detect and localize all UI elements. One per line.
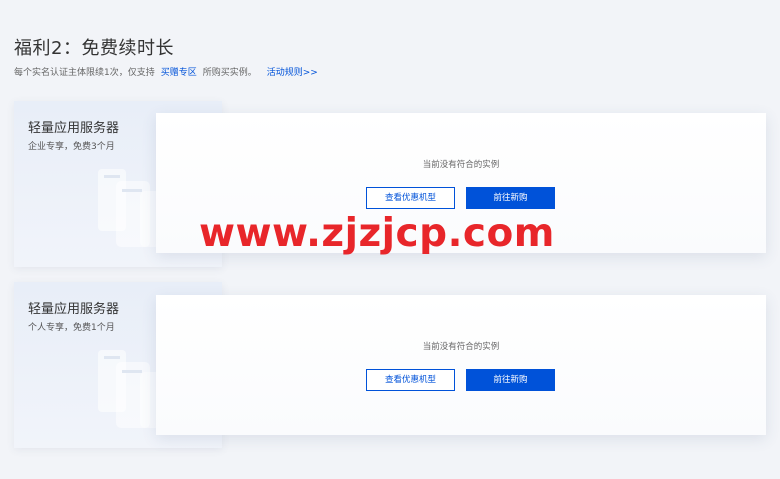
empty-instance-text: 当前没有符合的实例 [422, 342, 500, 352]
gift-zone-link[interactable]: 买赠专区 [161, 68, 197, 78]
instance-panel-personal: 当前没有符合的实例 查看优惠机型 前往新购 [156, 295, 766, 435]
card-subtitle: 个人专享，免费1个月 [28, 323, 115, 333]
section-description: 每个实名认证主体限续1次，仅支持 买赠专区 所购买实例。 活动规则>> [14, 65, 318, 78]
card-title: 轻量应用服务器 [28, 121, 120, 136]
view-discount-models-button[interactable]: 查看优惠机型 [366, 187, 455, 209]
go-purchase-button[interactable]: 前往新购 [466, 187, 555, 209]
empty-instance-text: 当前没有符合的实例 [422, 160, 500, 170]
card-subtitle: 企业专享，免费3个月 [28, 142, 115, 152]
watermark-text: www.zjzjcp.com [199, 211, 555, 256]
view-discount-models-button[interactable]: 查看优惠机型 [366, 369, 455, 391]
description-text: 每个实名认证主体限续1次，仅支持 [14, 68, 155, 78]
card-title: 轻量应用服务器 [28, 302, 120, 317]
go-purchase-button[interactable]: 前往新购 [466, 369, 555, 391]
activity-rules-link[interactable]: 活动规则>> [267, 68, 318, 78]
description-suffix: 所购买实例。 [202, 68, 257, 78]
section-title: 福利2：免费续时长 [14, 38, 174, 59]
